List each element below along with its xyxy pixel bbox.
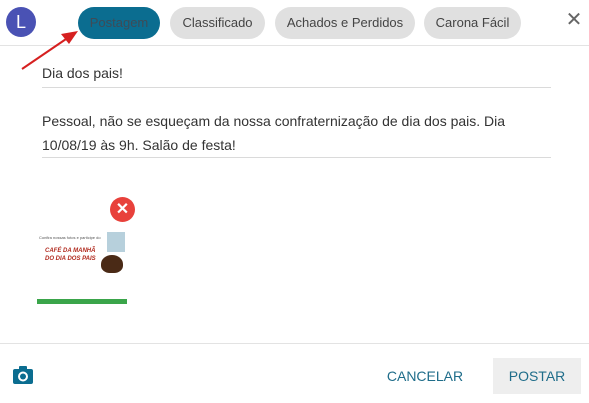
remove-attachment-icon[interactable]: ✕	[110, 197, 135, 222]
thumbnail-photo	[107, 232, 125, 252]
cancel-button[interactable]: CANCELAR	[378, 358, 472, 394]
attachment-thumbnail: Confira nossas fotos e participe do CAFÉ…	[37, 230, 127, 304]
coffee-cup-image	[101, 255, 123, 273]
post-button[interactable]: POSTAR	[493, 358, 581, 394]
post-title-field[interactable]: Dia dos pais!	[42, 59, 551, 88]
camera-icon[interactable]	[12, 365, 34, 385]
thumbnail-tagline: Confira nossas fotos e participe do	[39, 235, 101, 240]
post-body-field[interactable]: Pessoal, não se esqueçam da nossa confra…	[42, 103, 551, 158]
thumbnail-headline: CAFÉ DA MANHÃ	[45, 248, 96, 254]
footer-divider	[0, 343, 589, 344]
thumbnail-bar	[37, 299, 127, 304]
thumbnail-subheadline: DO DIA DOS PAIS	[45, 256, 96, 262]
